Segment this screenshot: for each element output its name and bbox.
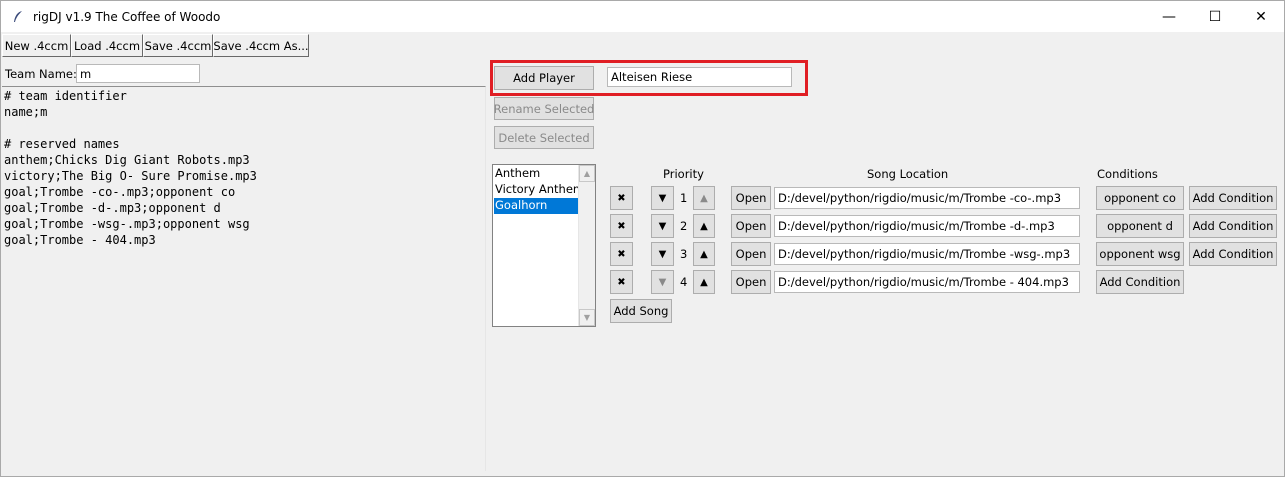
new-4ccm-button[interactable]: New .4ccm (2, 34, 71, 57)
editor-line: anthem;Chicks Dig Giant Robots.mp3 (4, 153, 250, 167)
move-down-icon[interactable]: ▼ (651, 270, 674, 294)
move-down-icon[interactable]: ▼ (651, 242, 674, 266)
priority-header: Priority (663, 167, 704, 181)
player-name-input[interactable]: Alteisen Riese (607, 67, 792, 87)
list-scrollbar[interactable]: ▲ ▼ (578, 165, 595, 326)
delete-song-icon[interactable]: ✖ (610, 242, 633, 266)
delete-selected-button[interactable]: Delete Selected (494, 126, 594, 149)
song-location-input[interactable]: D:/devel/python/rigdio/music/m/Trombe -w… (774, 243, 1080, 265)
list-item[interactable]: Anthem (494, 166, 579, 182)
team-name-input[interactable]: m (76, 64, 200, 83)
song-location-input[interactable]: D:/devel/python/rigdio/music/m/Trombe -c… (774, 187, 1080, 209)
add-condition-button[interactable]: Add Condition (1189, 186, 1277, 210)
move-up-icon[interactable]: ▲ (693, 214, 715, 238)
priority-value: 4 (680, 275, 688, 289)
move-down-icon[interactable]: ▼ (651, 186, 674, 210)
condition-button[interactable]: opponent d (1096, 214, 1184, 238)
editor-line: goal;Trombe -d-.mp3;opponent d (4, 201, 221, 215)
editor-line: # reserved names (4, 137, 120, 151)
window-title: rigDJ v1.9 The Coffee of Woodo (33, 9, 221, 24)
maximize-icon[interactable]: ☐ (1192, 1, 1238, 32)
save-4ccm-as-button[interactable]: Save .4ccm As... (213, 34, 309, 57)
title-bar: rigDJ v1.9 The Coffee of Woodo — ☐ ✕ (1, 1, 1284, 32)
priority-value: 1 (680, 191, 688, 205)
editor-line: goal;Trombe -wsg-.mp3;opponent wsg (4, 217, 250, 231)
editor-line: # team identifier (4, 89, 127, 103)
team-file-editor[interactable]: # team identifier name;m # reserved names a… (2, 86, 486, 471)
open-song-button[interactable]: Open (731, 242, 771, 266)
close-icon[interactable]: ✕ (1238, 1, 1284, 32)
editor-line: victory;The Big O- Sure Promise.mp3 (4, 169, 257, 183)
add-condition-button[interactable]: Add Condition (1096, 270, 1184, 294)
move-up-icon[interactable]: ▲ (693, 270, 715, 294)
player-listbox[interactable]: Anthem Victory Anthem Goalhorn ▲ ▼ (492, 164, 596, 327)
delete-song-icon[interactable]: ✖ (610, 270, 633, 294)
add-song-button[interactable]: Add Song (610, 299, 672, 323)
load-4ccm-button[interactable]: Load .4ccm (71, 34, 143, 57)
delete-song-icon[interactable]: ✖ (610, 186, 633, 210)
move-down-icon[interactable]: ▼ (651, 214, 674, 238)
scroll-down-icon[interactable]: ▼ (579, 309, 595, 326)
add-condition-button[interactable]: Add Condition (1189, 242, 1277, 266)
open-song-button[interactable]: Open (731, 214, 771, 238)
move-up-icon[interactable]: ▲ (693, 186, 715, 210)
feather-icon (7, 1, 29, 32)
app-window: rigDJ v1.9 The Coffee of Woodo — ☐ ✕ New… (0, 0, 1285, 477)
minimize-icon[interactable]: — (1146, 1, 1192, 32)
priority-value: 3 (680, 247, 688, 261)
conditions-header: Conditions (1097, 167, 1158, 181)
scroll-up-icon[interactable]: ▲ (579, 165, 595, 182)
condition-button[interactable]: opponent wsg (1096, 242, 1184, 266)
condition-button[interactable]: opponent co (1096, 186, 1184, 210)
add-condition-button[interactable]: Add Condition (1189, 214, 1277, 238)
delete-song-icon[interactable]: ✖ (610, 214, 633, 238)
save-4ccm-button[interactable]: Save .4ccm (143, 34, 213, 57)
editor-line: goal;Trombe -co-.mp3;opponent co (4, 185, 236, 199)
open-song-button[interactable]: Open (731, 186, 771, 210)
song-location-input[interactable]: D:/devel/python/rigdio/music/m/Trombe -d… (774, 215, 1080, 237)
add-player-button[interactable]: Add Player (494, 66, 594, 90)
team-name-label: Team Name: (5, 67, 77, 81)
song-location-header: Song Location (867, 167, 949, 181)
editor-line: goal;Trombe - 404.mp3 (4, 233, 156, 247)
priority-value: 2 (680, 219, 688, 233)
list-item[interactable]: Victory Anthem (494, 182, 584, 198)
move-up-icon[interactable]: ▲ (693, 242, 715, 266)
rename-selected-button[interactable]: Rename Selected (494, 97, 594, 120)
song-location-input[interactable]: D:/devel/python/rigdio/music/m/Trombe - … (774, 271, 1080, 293)
list-item[interactable]: Goalhorn (494, 198, 579, 214)
open-song-button[interactable]: Open (731, 270, 771, 294)
editor-line: name;m (4, 105, 48, 119)
